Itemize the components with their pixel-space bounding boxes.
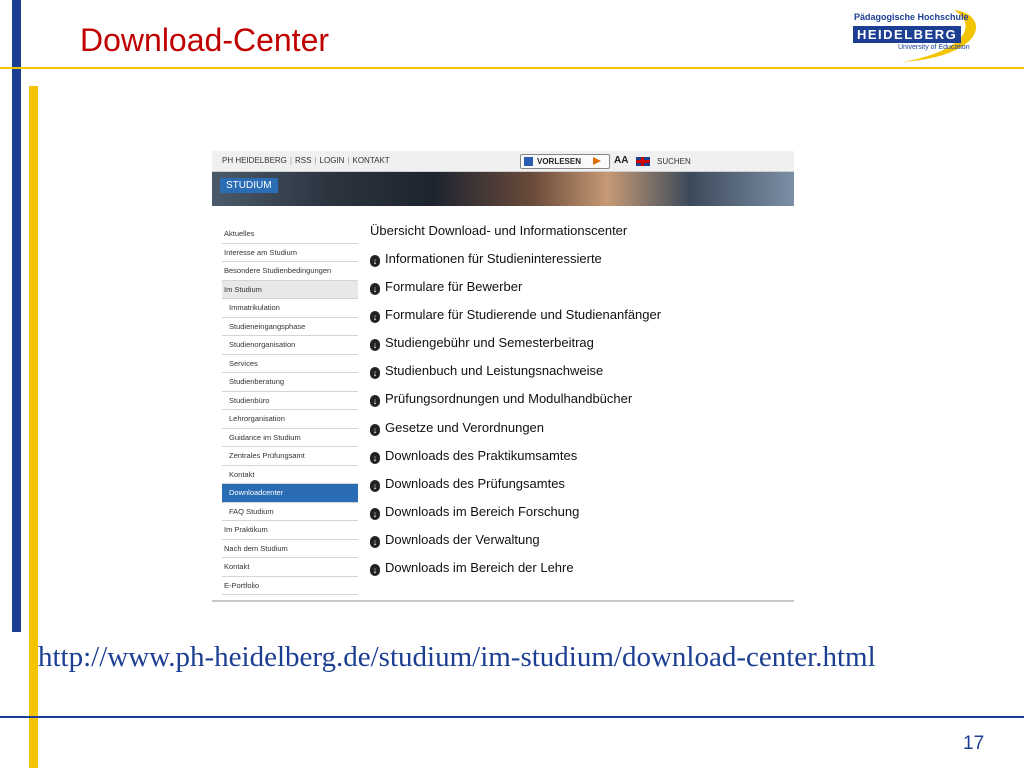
sidebar-item-faq[interactable]: FAQ Studium (222, 503, 358, 521)
search-link[interactable]: SUCHEN (657, 157, 691, 166)
header-rule (0, 67, 1024, 69)
download-link[interactable]: ↓ Downloads des Praktikumsamtes (370, 448, 790, 476)
play-icon (593, 157, 601, 165)
sidebar-item-guidance[interactable]: Guidance im Studium (222, 429, 358, 447)
site-topbar: PH HEIDELBERG | RSS | LOGIN | KONTAKT VORLESEN… (212, 151, 794, 172)
english-flag-icon[interactable] (636, 157, 650, 166)
arrow-down-icon: ↓ (370, 283, 380, 296)
download-link[interactable]: ↓ Studienbuch und Leistungsnachweise (370, 363, 790, 391)
arrow-down-icon: ↓ (370, 367, 380, 380)
sidebar-item-lehrorganisation[interactable]: Lehrorganisation (222, 410, 358, 429)
content-title: Übersicht Download- und Informationscent… (370, 223, 628, 238)
download-link[interactable]: ↓ Formulare für Studierende und Studienan… (370, 307, 790, 335)
left-gold-bar (29, 86, 38, 768)
logo-main-text: HEIDELBERG (853, 26, 962, 43)
font-size-toggle[interactable]: AA (614, 155, 628, 166)
source-url-link[interactable]: http://www.ph-heidelberg.de/studium/im-s… (38, 641, 876, 674)
topnav-kontakt[interactable]: KONTAKT (353, 156, 390, 165)
download-link[interactable]: ↓ Studiengebühr und Semesterbeitrag (370, 335, 790, 363)
sidebar-item-downloadcenter[interactable]: Downloadcenter (222, 484, 358, 503)
sidebar-item-kontakt[interactable]: Kontakt (222, 558, 358, 577)
sidebar-item-studienorganisation[interactable]: Studienorganisation (222, 336, 358, 355)
arrow-down-icon: ↓ (370, 395, 380, 408)
sidebar-item-pruefungsamt[interactable]: Zentrales Prüfungsamt (222, 447, 358, 466)
download-link-label: Downloads des Prüfungsamtes (385, 475, 565, 491)
sidebar-item-im-studium[interactable]: Im Studium (222, 280, 358, 299)
download-link-label: Downloads im Bereich der Lehre (385, 560, 574, 576)
download-link[interactable]: ↓ Prüfungsordnungen und Modulhandbücher (370, 391, 790, 419)
footer-rule (0, 716, 1024, 718)
read-aloud-button[interactable]: VORLESEN (520, 154, 610, 169)
download-link[interactable]: ↓ Downloads im Bereich der Lehre (370, 560, 790, 588)
sidebar-item-studieneingangsphase[interactable]: Studieneingangsphase (222, 318, 358, 336)
arrow-down-icon: ↓ (370, 255, 380, 267)
arrow-down-icon: ↓ (370, 564, 380, 577)
sidebar-item-studienberatung[interactable]: Studienberatung (222, 373, 358, 392)
arrow-down-icon: ↓ (370, 535, 380, 548)
sidebar-item-e-portfolio[interactable]: E-Portfolio (222, 577, 358, 595)
download-link[interactable]: ↓ Informationen für Studieninteressierte (370, 251, 790, 279)
download-link-label: Formulare für Bewerber (385, 279, 523, 295)
arrow-down-icon: ↓ (370, 311, 380, 324)
download-link[interactable]: ↓ Downloads im Bereich Forschung (370, 504, 790, 532)
arrow-down-icon: ↓ (370, 507, 380, 520)
download-link-label: Downloads des Praktikumsamtes (385, 447, 578, 463)
download-link-label: Prüfungsordnungen und Modulhandbücher (385, 391, 633, 407)
sidebar-item-services[interactable]: Services (222, 355, 358, 373)
download-link-label: Downloads im Bereich Forschung (385, 503, 580, 519)
download-link-label: Gesetze und Verordnungen (385, 419, 545, 435)
download-link-label: Studiengebühr und Semesterbeitrag (385, 335, 594, 351)
left-blue-bar (12, 0, 21, 632)
read-aloud-label: VORLESEN (537, 157, 582, 166)
sidebar-item-aktuelles[interactable]: Aktuelles (222, 225, 358, 244)
site-topnav: PH HEIDELBERG | RSS | LOGIN | KONTAKT (222, 156, 390, 165)
university-logo: Pädagogische Hochschule HEIDELBERG Unive… (842, 6, 986, 64)
sidebar-item-kontakt-sub[interactable]: Kontakt (222, 466, 358, 484)
arrow-down-icon: ↓ (370, 423, 380, 436)
sidebar-item-besondere[interactable]: Besondere Studienbedingungen (222, 262, 358, 281)
download-link[interactable]: ↓ Gesetze und Verordnungen (370, 420, 790, 448)
sidebar-item-studienbuero[interactable]: Studienbüro (222, 392, 358, 410)
topnav-login[interactable]: LOGIN (320, 156, 345, 165)
page-number: 17 (963, 733, 985, 754)
download-link-label: Informationen für Studieninteressierte (385, 251, 602, 266)
arrow-down-icon: ↓ (370, 479, 380, 492)
download-content: Übersicht Download- und Informationscent… (370, 223, 790, 588)
arrow-down-icon: ↓ (370, 451, 380, 464)
topnav-rss[interactable]: RSS (295, 156, 311, 165)
header-banner-photo: STUDIUM (212, 172, 794, 206)
download-link-label: Formulare für Studierende und Studienanf… (385, 307, 662, 323)
sidebar-item-nach-dem-studium[interactable]: Nach dem Studium (222, 540, 358, 558)
download-link[interactable]: ↓ Formulare für Bewerber (370, 279, 790, 307)
sidebar-item-interesse[interactable]: Interesse am Studium (222, 244, 358, 262)
download-link[interactable]: ↓ Downloads des Prüfungsamtes (370, 476, 790, 504)
sidebar-item-im-praktikum[interactable]: Im Praktikum (222, 521, 358, 540)
download-link[interactable]: ↓ Downloads der Verwaltung (370, 532, 790, 560)
speaker-icon (524, 157, 533, 166)
logo-sub-text: University of Education (898, 44, 970, 51)
download-link-label: Studienbuch und Leistungsnachweise (385, 363, 604, 379)
sidebar-item-immatrikulation[interactable]: Immatrikulation (222, 299, 358, 318)
logo-top-text: Pädagogische Hochschule (854, 12, 969, 22)
arrow-down-icon: ↓ (370, 339, 380, 352)
sidebar-nav: Aktuelles Interesse am Studium Besondere… (222, 225, 358, 595)
topnav-ph-heidelberg[interactable]: PH HEIDELBERG (222, 156, 287, 165)
download-link-label: Downloads der Verwaltung (385, 531, 540, 547)
website-screenshot: PH HEIDELBERG | RSS | LOGIN | KONTAKT VORLESEN… (212, 137, 794, 602)
slide-title: Download-Center (80, 22, 330, 58)
section-tag: STUDIUM (220, 178, 278, 193)
